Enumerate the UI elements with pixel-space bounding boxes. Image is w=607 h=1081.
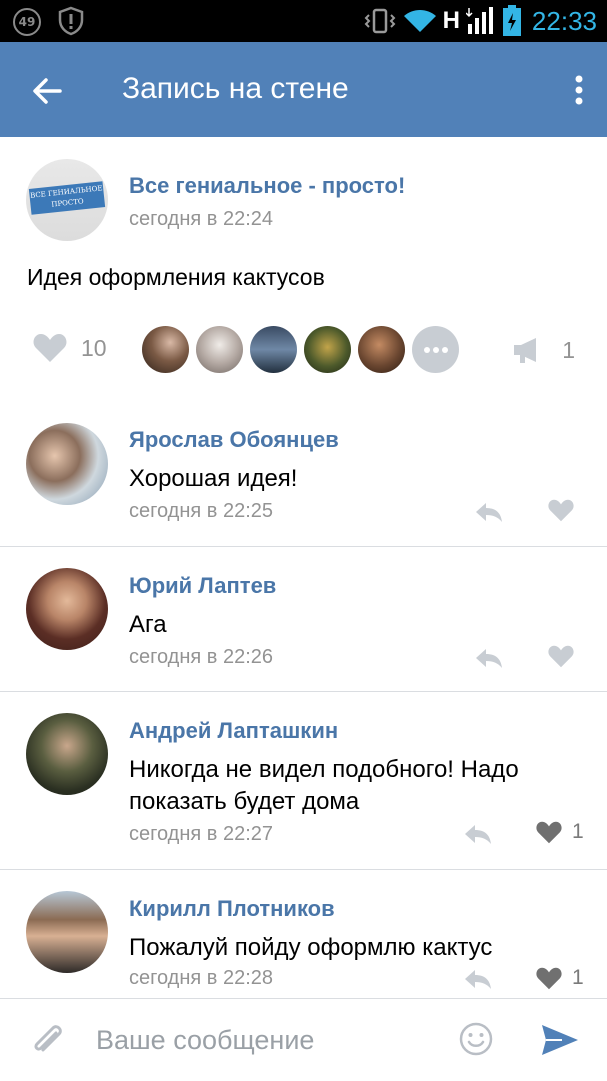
more-horizontal-icon — [423, 346, 448, 353]
heart-icon — [548, 645, 574, 668]
comment-item: Ярослав Обоянцев Хорошая идея! сегодня в… — [0, 399, 607, 546]
commenter-avatar[interactable] — [26, 423, 108, 505]
notification-badge-icon: 49 — [13, 8, 41, 36]
comment-author-link[interactable]: Кирилл Плотников — [129, 896, 335, 922]
post-share-count: 1 — [562, 336, 575, 363]
message-input-bar — [0, 998, 607, 1081]
megaphone-icon — [514, 338, 537, 363]
comment-text: Хорошая идея! — [129, 465, 298, 492]
heart-icon — [536, 967, 562, 989]
page-title: Запись на стене — [122, 72, 349, 105]
heart-icon — [33, 334, 67, 362]
post-text: Идея оформления кактусов — [27, 264, 325, 290]
send-icon[interactable] — [540, 1023, 580, 1057]
comment-like-button[interactable]: 1 — [536, 966, 584, 990]
wifi-icon — [403, 10, 436, 32]
vibrate-icon — [364, 8, 395, 34]
comment-text: Никогда не видел подобного! Надо показат… — [129, 756, 519, 815]
comment-author-link[interactable]: Андрей Лапташкин — [129, 718, 338, 744]
network-type: H — [442, 7, 460, 34]
liker-avatar[interactable] — [250, 326, 297, 373]
comment-item: Андрей Лапташкин Никогда не видел подобн… — [0, 691, 607, 870]
signal-icon — [465, 7, 493, 34]
comment-timestamp: сегодня в 22:26 — [129, 646, 273, 668]
comment-item: Кирилл Плотников Пожалуй пойду оформлю к… — [0, 869, 607, 999]
comment-timestamp: сегодня в 22:25 — [129, 500, 273, 522]
more-vertical-icon[interactable] — [549, 70, 589, 110]
reply-icon[interactable] — [463, 967, 493, 991]
reply-icon[interactable] — [474, 500, 504, 524]
likers-list[interactable] — [142, 326, 459, 373]
heart-icon — [548, 499, 574, 522]
clock: 22:33 — [531, 5, 597, 36]
liker-avatar[interactable] — [358, 326, 405, 373]
liker-avatar[interactable] — [304, 326, 351, 373]
app-bar: Запись на стене — [0, 42, 607, 137]
post-share-button[interactable]: 1 — [512, 336, 575, 364]
comment-like-button[interactable] — [548, 499, 574, 522]
group-avatar[interactable]: ВСЕ ГЕНИАЛЬНОЕ ПРОСТО — [26, 159, 108, 241]
status-bar: 49 H 22:33 — [0, 0, 607, 42]
comment-like-button[interactable] — [548, 645, 574, 668]
heart-icon — [536, 821, 562, 843]
wall-post: ВСЕ ГЕНИАЛЬНОЕ ПРОСТО Все гениальное - п… — [0, 137, 607, 399]
commenter-avatar[interactable] — [26, 713, 108, 795]
reply-icon[interactable] — [474, 646, 504, 670]
commenter-avatar[interactable] — [26, 891, 108, 973]
reply-icon[interactable] — [463, 822, 493, 846]
post-timestamp: сегодня в 22:24 — [129, 208, 273, 230]
comment-timestamp: сегодня в 22:28 — [129, 967, 273, 989]
shield-alert-icon — [58, 6, 84, 36]
emoji-icon[interactable] — [458, 1021, 494, 1057]
comment-like-button[interactable]: 1 — [536, 820, 584, 844]
battery-charging-icon — [502, 5, 521, 36]
comment-text: Пожалуй пойду оформлю кактус — [129, 934, 493, 961]
comment-like-count: 1 — [572, 820, 584, 843]
comment-author-link[interactable]: Ярослав Обоянцев — [129, 427, 339, 453]
comment-like-count: 1 — [572, 966, 584, 989]
comment-text: Ага — [129, 611, 167, 638]
liker-avatar[interactable] — [142, 326, 189, 373]
liker-avatar[interactable] — [196, 326, 243, 373]
arrow-left-icon[interactable] — [22, 66, 72, 116]
paperclip-icon[interactable] — [28, 1021, 68, 1061]
more-likers-button[interactable] — [412, 326, 459, 373]
comment-author-link[interactable]: Юрий Лаптев — [129, 573, 276, 599]
post-like-count: 10 — [81, 334, 107, 361]
avatar-banner-text: ВСЕ ГЕНИАЛЬНОЕ ПРОСТО — [28, 181, 106, 215]
comment-timestamp: сегодня в 22:27 — [129, 823, 273, 845]
post-like-button[interactable]: 10 — [33, 333, 107, 363]
commenter-avatar[interactable] — [26, 568, 108, 650]
comment-item: Юрий Лаптев Ага сегодня в 22:26 — [0, 546, 607, 692]
post-author-link[interactable]: Все гениальное - просто! — [129, 173, 405, 199]
message-input[interactable] — [96, 1019, 426, 1061]
